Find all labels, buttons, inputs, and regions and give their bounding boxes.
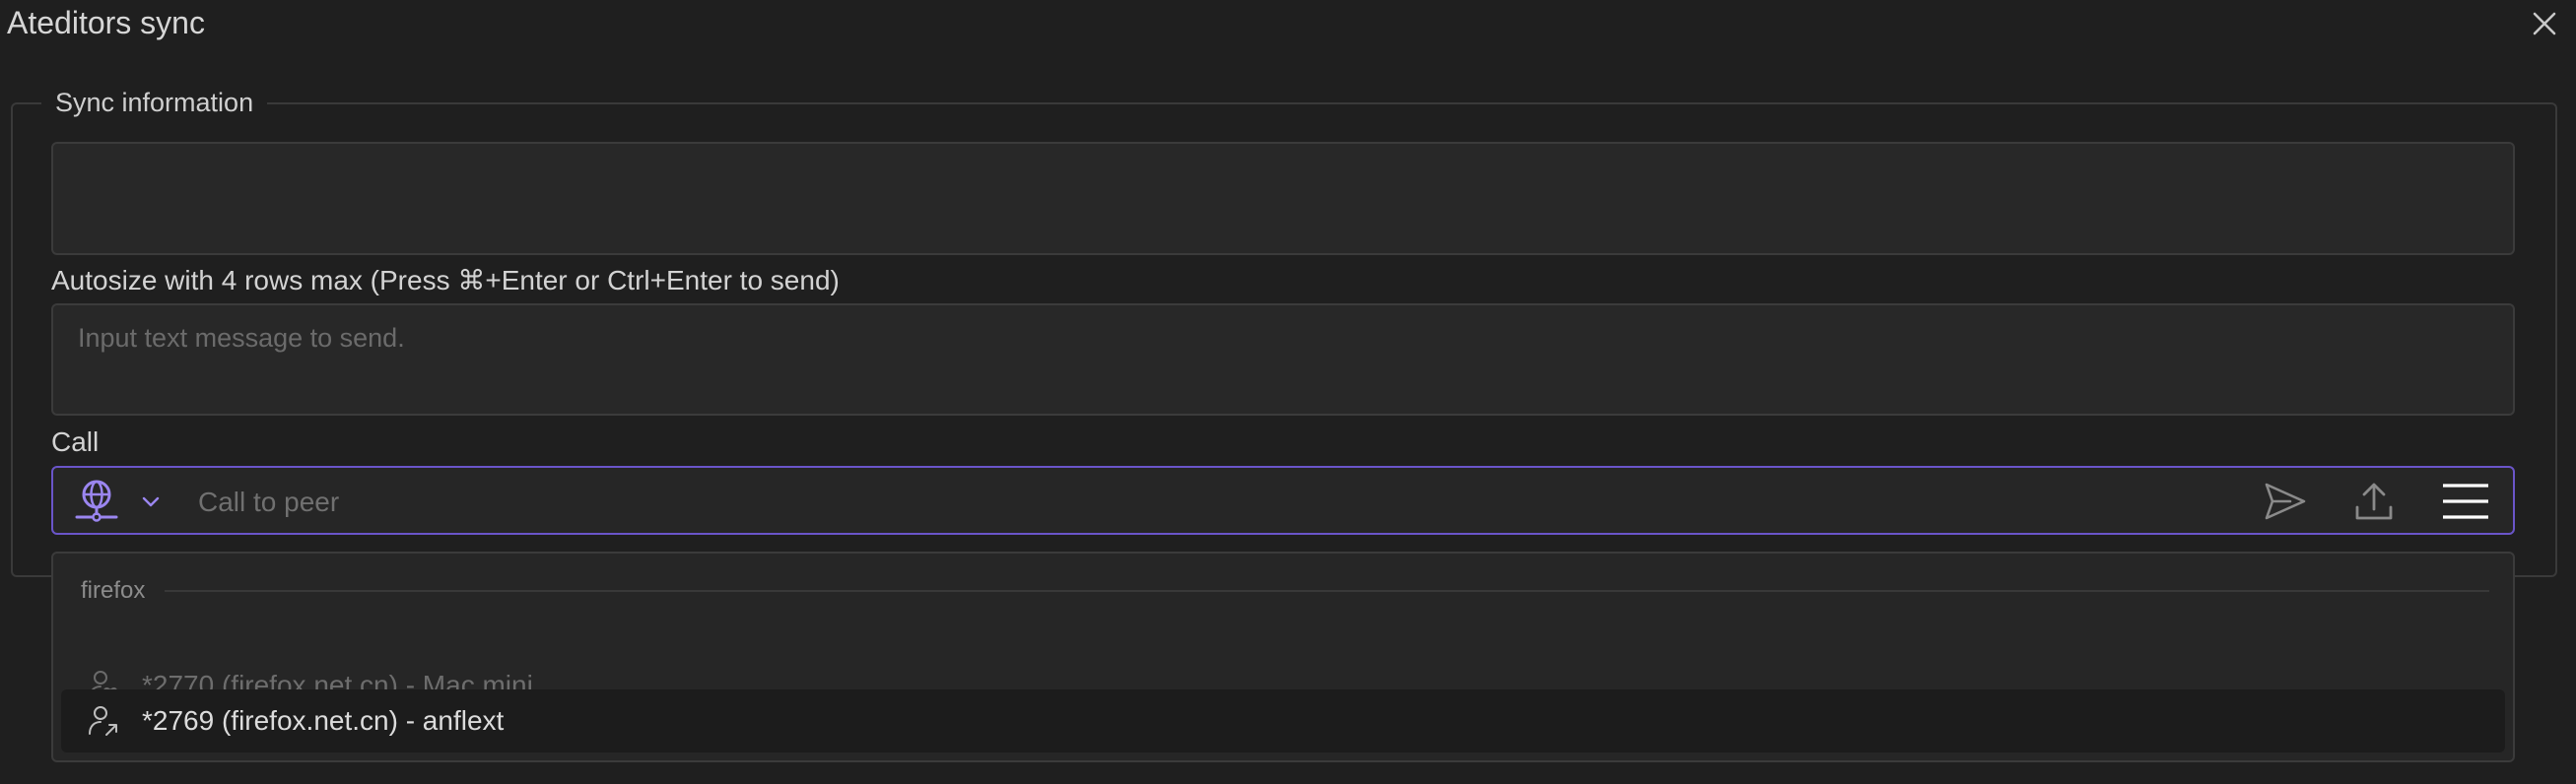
chevron-down-icon <box>142 496 160 507</box>
sync-dialog: Ateditors sync Sync information Autosize… <box>0 0 2576 784</box>
peer-dropdown: firefox *2770 (firefox.net.cn) - Mac min… <box>51 552 2515 762</box>
close-button[interactable] <box>2527 6 2562 41</box>
menu-icon <box>2443 484 2488 519</box>
call-type-select[interactable] <box>73 478 164 525</box>
peer-option-label: *2769 (firefox.net.cn) - anflext <box>142 705 505 736</box>
call-peer-input[interactable] <box>196 480 2270 525</box>
close-icon <box>2533 12 2556 35</box>
send-icon <box>2265 483 2306 520</box>
sync-information-textarea[interactable] <box>51 142 2515 255</box>
message-placeholder: Input text message to send. <box>78 323 405 353</box>
menu-button[interactable] <box>2442 478 2489 525</box>
network-globe-icon <box>75 480 118 522</box>
send-call-button[interactable] <box>2261 478 2308 525</box>
dropdown-group-header: firefox <box>81 577 2489 605</box>
dropdown-group-title: firefox <box>81 577 146 604</box>
call-label: Call <box>51 426 100 457</box>
peer-option[interactable]: *2769 (firefox.net.cn) - anflext <box>61 689 2505 752</box>
upload-button[interactable] <box>2350 478 2398 525</box>
message-label: Autosize with 4 rows max (Press ⌘+Enter … <box>51 265 840 295</box>
dialog-title: Ateditors sync <box>7 5 205 40</box>
upload-icon <box>2355 483 2393 520</box>
divider <box>165 590 2489 592</box>
message-textarea[interactable]: Input text message to send. <box>51 303 2515 416</box>
call-input-group <box>51 466 2515 535</box>
sync-information-legend: Sync information <box>41 84 268 121</box>
user-arrow-icon <box>89 706 117 736</box>
